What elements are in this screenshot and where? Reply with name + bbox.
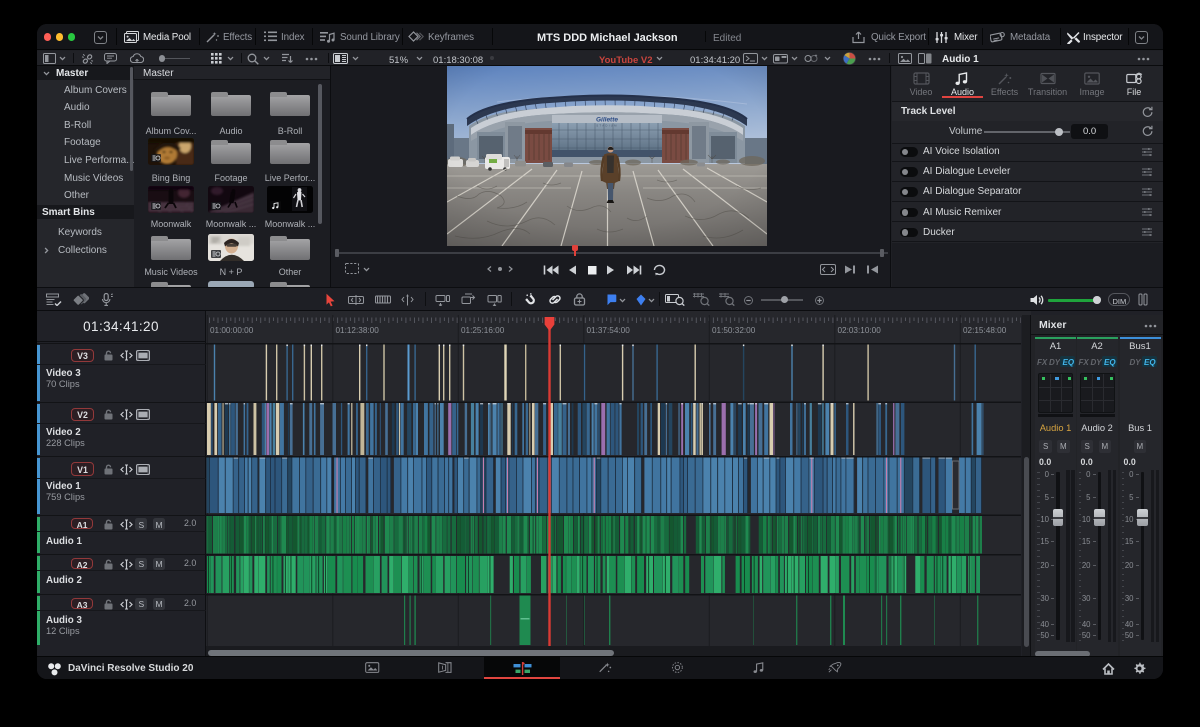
- svg-text:01:50:32:00: 01:50:32:00: [712, 326, 756, 335]
- svg-text:01:12:38:00: 01:12:38:00: [336, 326, 380, 335]
- svg-text:01:37:54:00: 01:37:54:00: [587, 326, 631, 335]
- svg-text:02:15:48:00: 02:15:48:00: [963, 326, 1007, 335]
- svg-text:01:00:00:00: 01:00:00:00: [210, 326, 254, 335]
- svg-text:02:03:10:00: 02:03:10:00: [838, 326, 882, 335]
- svg-text:01:25:16:00: 01:25:16:00: [461, 326, 505, 335]
